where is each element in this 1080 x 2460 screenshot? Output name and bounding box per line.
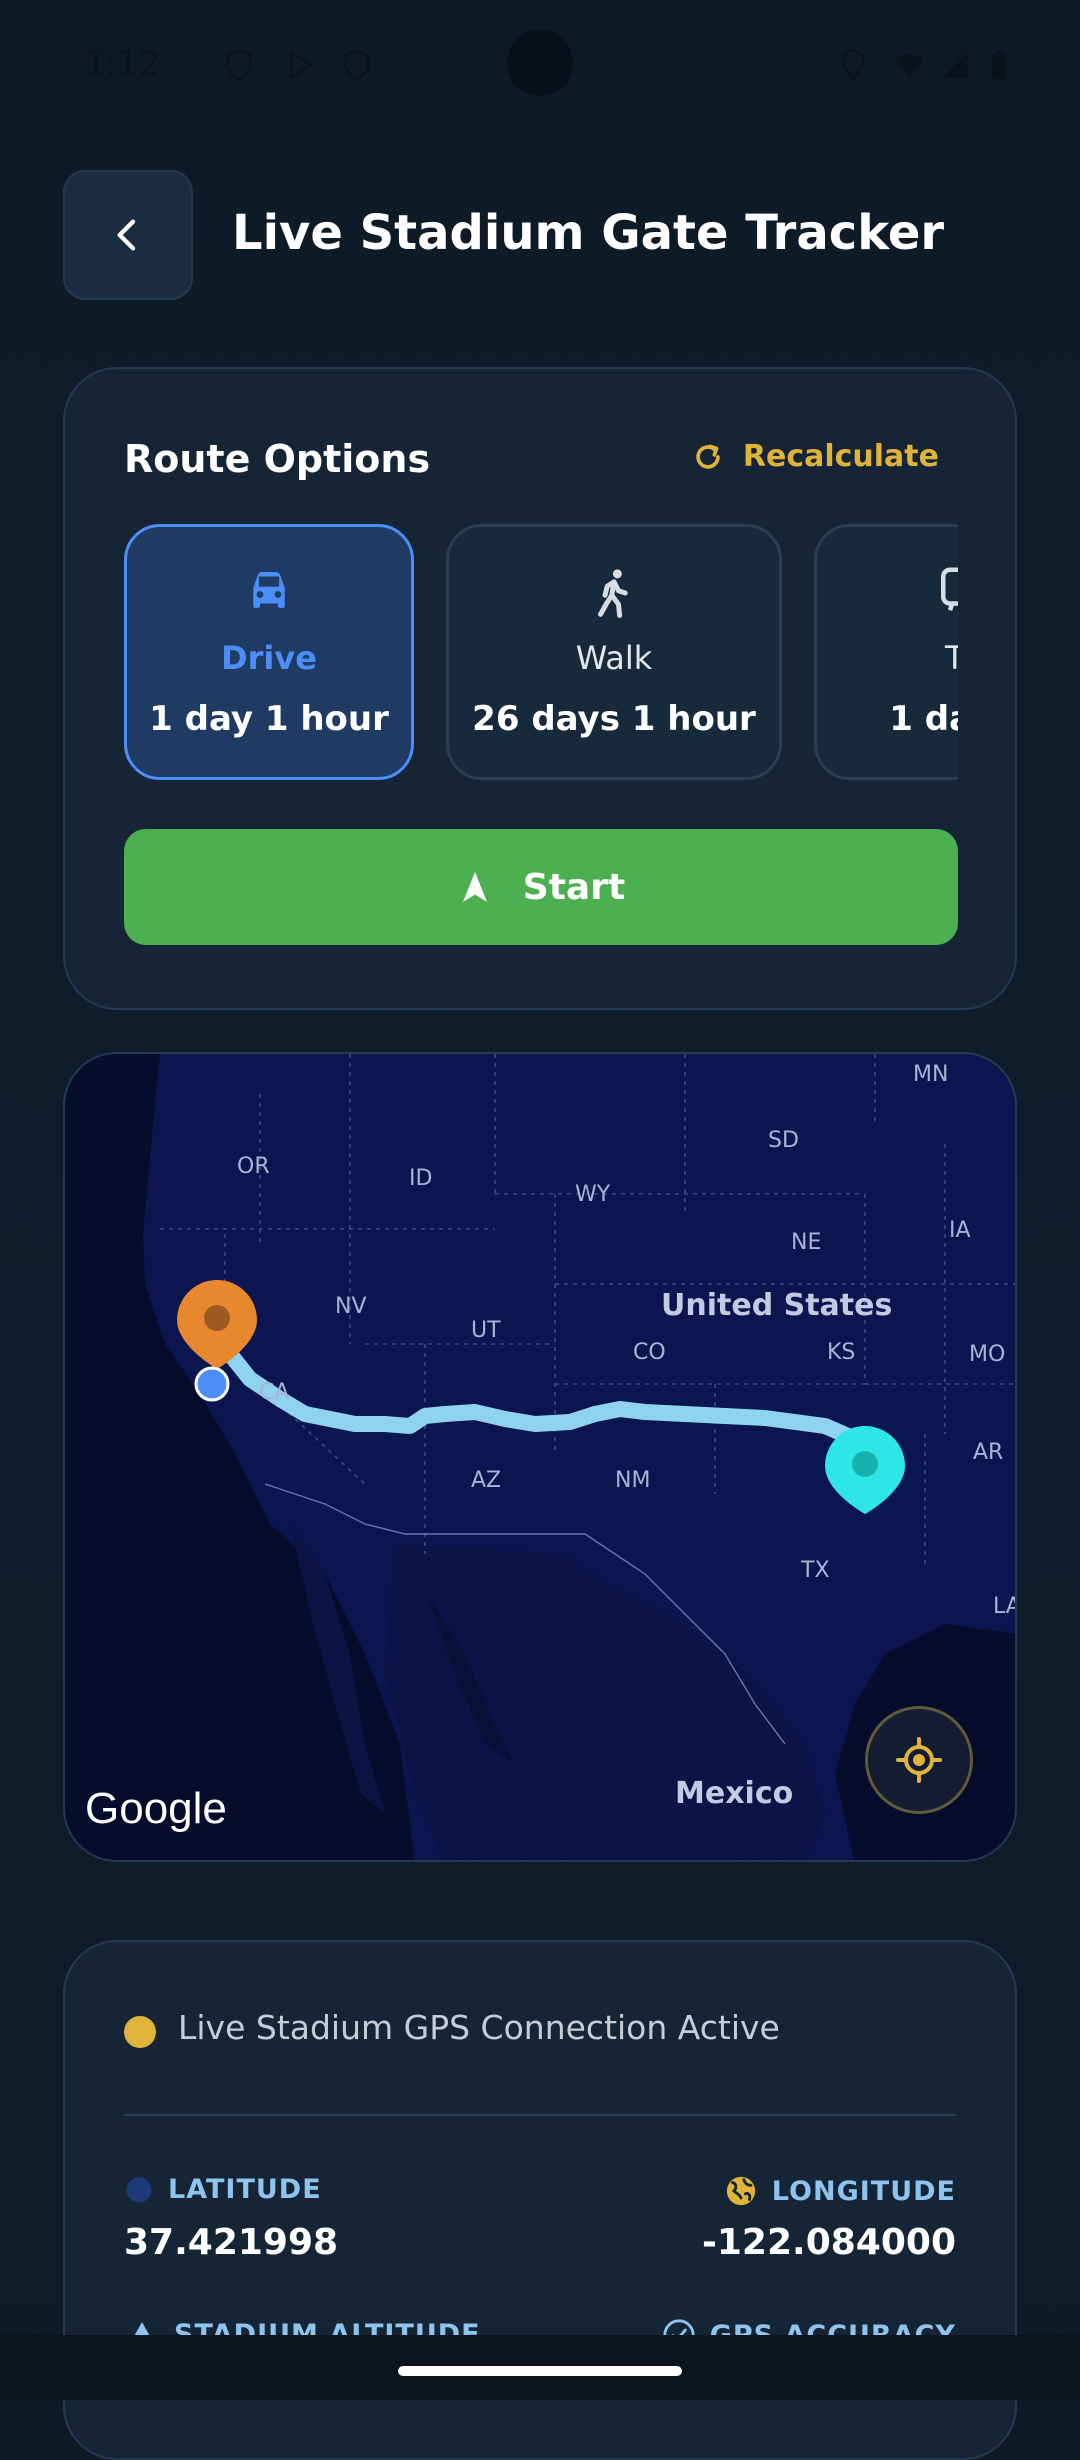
start-button[interactable]: Start: [124, 829, 958, 945]
map-label-ks: KS: [827, 1340, 856, 1365]
page-title: Live Stadium Gate Tracker: [232, 205, 945, 261]
route-options-card: Route Options Recalculate Drive 1 day 1 …: [63, 367, 1017, 1010]
chevron-left-icon: [117, 219, 136, 251]
globe-americas-icon: [726, 2176, 755, 2206]
latitude-value: 37.421998: [124, 2222, 339, 2263]
navigation-arrow-icon: [462, 872, 487, 902]
route-option-transit[interactable]: Tr 1 day 1: [814, 524, 958, 780]
map-label-mn: MN: [913, 1062, 949, 1087]
route-option-list[interactable]: Drive 1 day 1 hour Walk 26 days 1 hour T…: [124, 524, 958, 782]
back-button[interactable]: [63, 170, 193, 300]
car-icon: [253, 572, 285, 608]
crosshair-icon: [896, 1737, 942, 1783]
home-gesture-handle[interactable]: [398, 2366, 682, 2376]
recalculate-button[interactable]: Recalculate: [691, 439, 939, 474]
shield-icon: [226, 49, 252, 81]
route-option-duration: 1 day 1: [889, 699, 958, 739]
map-label-sd: SD: [768, 1128, 799, 1153]
battery-icon: [991, 50, 1007, 80]
map-label-ar: AR: [973, 1440, 1004, 1465]
divider: [124, 2114, 956, 2116]
map-view[interactable]: OR ID WY SD MN NE IA NV UT CO KS MO CA A…: [63, 1052, 1017, 1862]
map-label-id: ID: [409, 1166, 433, 1191]
google-attribution: Google: [85, 1784, 227, 1833]
route-option-label: Tr: [817, 639, 958, 677]
map-label-ca: CA: [259, 1380, 290, 1405]
map-label-mexico: Mexico: [675, 1776, 794, 1811]
route-option-drive[interactable]: Drive 1 day 1 hour: [124, 524, 414, 780]
map-label-nv: NV: [335, 1294, 367, 1319]
refresh-icon: [696, 444, 720, 469]
route-option-label: Walk: [575, 639, 653, 677]
map-label-wy: WY: [575, 1182, 611, 1207]
my-location-button[interactable]: [865, 1706, 973, 1814]
map-label-nm: NM: [615, 1468, 651, 1493]
play-protect-icon: [344, 49, 370, 81]
longitude-value: -122.084000: [701, 2222, 956, 2263]
wifi-icon: [894, 54, 924, 78]
route-option-duration: 26 days 1 hour: [472, 699, 756, 739]
map-label-united-states: United States: [661, 1288, 893, 1323]
start-label: Start: [522, 866, 626, 908]
gps-status-text: Live Stadium GPS Connection Active: [178, 2008, 780, 2047]
route-options-title: Route Options: [124, 437, 431, 481]
walk-icon: [598, 569, 628, 618]
map-label-az: AZ: [471, 1468, 502, 1493]
map-label-co: CO: [633, 1340, 666, 1365]
transit-icon: [941, 567, 958, 611]
map-label-ne: NE: [791, 1230, 822, 1255]
route-option-label: Drive: [221, 639, 317, 677]
map-label-or: OR: [237, 1154, 270, 1179]
map-label-mo: MO: [969, 1342, 1006, 1367]
front-camera: [507, 30, 573, 96]
play-store-icon: [289, 49, 314, 81]
route-option-duration: 1 day 1 hour: [149, 699, 389, 739]
recalculate-label: Recalculate: [742, 439, 939, 474]
map-label-tx: TX: [801, 1558, 830, 1583]
location-icon: [841, 49, 865, 82]
map-label-ia: IA: [949, 1218, 971, 1243]
map-label-la: LA: [993, 1594, 1015, 1619]
gps-status-indicator: [124, 2016, 156, 2048]
longitude-label: LONGITUDE: [724, 2174, 956, 2208]
route-option-walk[interactable]: Walk 26 days 1 hour: [446, 524, 782, 780]
map-label-ut: UT: [471, 1318, 501, 1343]
latitude-label: LATITUDE: [124, 2174, 322, 2205]
cell-signal-icon: [942, 52, 968, 78]
current-location-dot: [194, 1366, 230, 1402]
globe-icon: [126, 2177, 152, 2202]
status-bar: 1:12: [0, 0, 1080, 130]
status-time: 1:12: [84, 44, 161, 84]
